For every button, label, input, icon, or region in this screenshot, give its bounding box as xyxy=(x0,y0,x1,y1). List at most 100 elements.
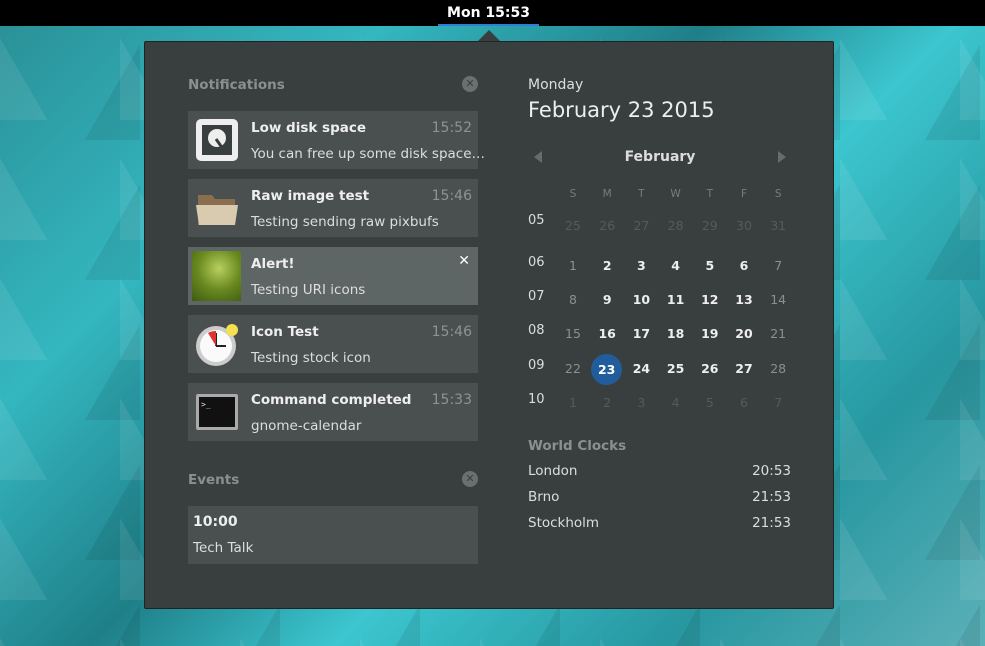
calendar-day[interactable]: 13 xyxy=(727,285,761,315)
notification-title: Alert! xyxy=(251,256,295,272)
events-heading: Events xyxy=(188,472,239,488)
calendar-day[interactable]: 6 xyxy=(727,388,761,418)
date-menu-panel: Notifications ✕ Low disk space 15:52 You… xyxy=(144,41,834,609)
calendar-day[interactable]: 9 xyxy=(590,285,624,315)
date-label[interactable]: February 23 2015 xyxy=(528,98,715,122)
terminal-icon: >_ xyxy=(194,389,240,435)
world-clock-row: Brno 21:53 xyxy=(528,489,791,505)
notification-body: Testing stock icon xyxy=(251,350,371,366)
calendar-day[interactable]: 17 xyxy=(624,319,658,349)
notification-item[interactable]: Icon Test 15:46 Testing stock icon xyxy=(188,315,478,373)
notification-item[interactable]: Alert! ✕ Testing URI icons xyxy=(188,247,478,305)
notification-time: 15:52 xyxy=(432,120,472,136)
notification-time: 15:33 xyxy=(432,392,472,408)
notification-body: Testing sending raw pixbufs xyxy=(251,214,439,230)
calendar-day[interactable]: 3 xyxy=(624,251,658,281)
close-notification-button[interactable]: ✕ xyxy=(458,253,470,269)
weekday-header: S xyxy=(761,179,795,209)
calendar-day[interactable]: 3 xyxy=(624,388,658,418)
world-clocks-heading[interactable]: World Clocks xyxy=(528,438,626,454)
calendar-day[interactable]: 14 xyxy=(761,285,795,315)
calendar-day[interactable]: 20 xyxy=(727,319,761,349)
next-month-button[interactable] xyxy=(778,151,786,163)
calendar-day[interactable]: 27 xyxy=(727,354,761,384)
weekday-header: W xyxy=(659,179,693,209)
notifications-heading: Notifications xyxy=(188,77,285,93)
calendar-day[interactable]: 25 xyxy=(659,354,693,384)
event-title: Tech Talk xyxy=(193,540,253,556)
svg-text:>_: >_ xyxy=(201,400,211,409)
calendar-day[interactable]: 2 xyxy=(590,388,624,418)
disk-icon xyxy=(194,117,240,163)
world-clock-row: London 20:53 xyxy=(528,463,791,479)
calendar-day-today[interactable]: 23 xyxy=(591,354,622,385)
world-clock-row: Stockholm 21:53 xyxy=(528,515,791,531)
notification-title: Command completed xyxy=(251,392,411,408)
calendar-day[interactable]: 6 xyxy=(727,251,761,281)
notification-time: 15:46 xyxy=(432,324,472,340)
event-item[interactable]: 10:00 Tech Talk xyxy=(188,506,478,564)
notification-item[interactable]: >_ Command completed 15:33 gnome-calenda… xyxy=(188,383,478,441)
weekday-header: T xyxy=(624,179,658,209)
calendar-day[interactable]: 30 xyxy=(727,211,761,241)
clock-button[interactable]: Mon 15:53 xyxy=(438,0,539,26)
calendar-day[interactable]: 16 xyxy=(590,319,624,349)
notification-item[interactable]: Low disk space 15:52 You can free up som… xyxy=(188,111,478,169)
calendar-day[interactable]: 5 xyxy=(693,251,727,281)
month-label: February xyxy=(575,149,745,165)
calendar-day[interactable]: 15 xyxy=(556,319,590,349)
clear-notifications-button[interactable]: ✕ xyxy=(462,76,478,92)
calendar-day[interactable]: 4 xyxy=(659,251,693,281)
city-time: 21:53 xyxy=(752,489,791,505)
weekday-header: S xyxy=(556,179,590,209)
clock-icon xyxy=(194,321,240,367)
top-bar: Mon 15:53 xyxy=(0,0,985,26)
calendar-day[interactable]: 7 xyxy=(761,388,795,418)
leaf-image-icon xyxy=(192,251,241,301)
calendar-day[interactable]: 19 xyxy=(693,319,727,349)
calendar-day[interactable]: 28 xyxy=(761,354,795,384)
clear-events-button[interactable]: ✕ xyxy=(462,471,478,487)
notification-item[interactable]: Raw image test 15:46 Testing sending raw… xyxy=(188,179,478,237)
calendar-day[interactable]: 24 xyxy=(624,354,658,384)
previous-month-button[interactable] xyxy=(534,151,542,163)
calendar-day[interactable]: 5 xyxy=(693,388,727,418)
weekday-label[interactable]: Monday xyxy=(528,77,583,93)
calendar-day[interactable]: 10 xyxy=(624,285,658,315)
calendar-day[interactable]: 21 xyxy=(761,319,795,349)
calendar-day[interactable]: 1 xyxy=(556,251,590,281)
calendar-day[interactable]: 31 xyxy=(761,211,795,241)
notification-title: Icon Test xyxy=(251,324,319,340)
calendar-day[interactable]: 27 xyxy=(624,211,658,241)
calendar-day[interactable]: 26 xyxy=(590,211,624,241)
notification-title: Raw image test xyxy=(251,188,369,204)
notification-body: You can free up some disk space… xyxy=(251,146,485,162)
city-name: London xyxy=(528,463,578,479)
city-name: Brno xyxy=(528,489,559,505)
calendar-day[interactable]: 4 xyxy=(659,388,693,418)
calendar-day[interactable]: 1 xyxy=(556,388,590,418)
calendar-day[interactable]: 8 xyxy=(556,285,590,315)
calendar-day[interactable]: 2 xyxy=(590,251,624,281)
weekday-header: M xyxy=(590,179,624,209)
notification-body: Testing URI icons xyxy=(251,282,365,298)
calendar-day[interactable]: 26 xyxy=(693,354,727,384)
weekday-header: F xyxy=(727,179,761,209)
folder-icon xyxy=(194,185,240,231)
notification-title: Low disk space xyxy=(251,120,366,136)
event-time: 10:00 xyxy=(193,514,238,530)
city-time: 21:53 xyxy=(752,515,791,531)
calendar-day[interactable]: 28 xyxy=(659,211,693,241)
calendar-day[interactable]: 11 xyxy=(659,285,693,315)
city-time: 20:53 xyxy=(752,463,791,479)
calendar-day[interactable]: 25 xyxy=(556,211,590,241)
weekday-header: T xyxy=(693,179,727,209)
popup-arrow xyxy=(478,30,500,41)
calendar-day[interactable]: 22 xyxy=(556,354,590,384)
calendar-day[interactable]: 29 xyxy=(693,211,727,241)
calendar-day[interactable]: 18 xyxy=(659,319,693,349)
calendar-day[interactable]: 12 xyxy=(693,285,727,315)
notification-time: 15:46 xyxy=(432,188,472,204)
calendar-day[interactable]: 7 xyxy=(761,251,795,281)
city-name: Stockholm xyxy=(528,515,599,531)
